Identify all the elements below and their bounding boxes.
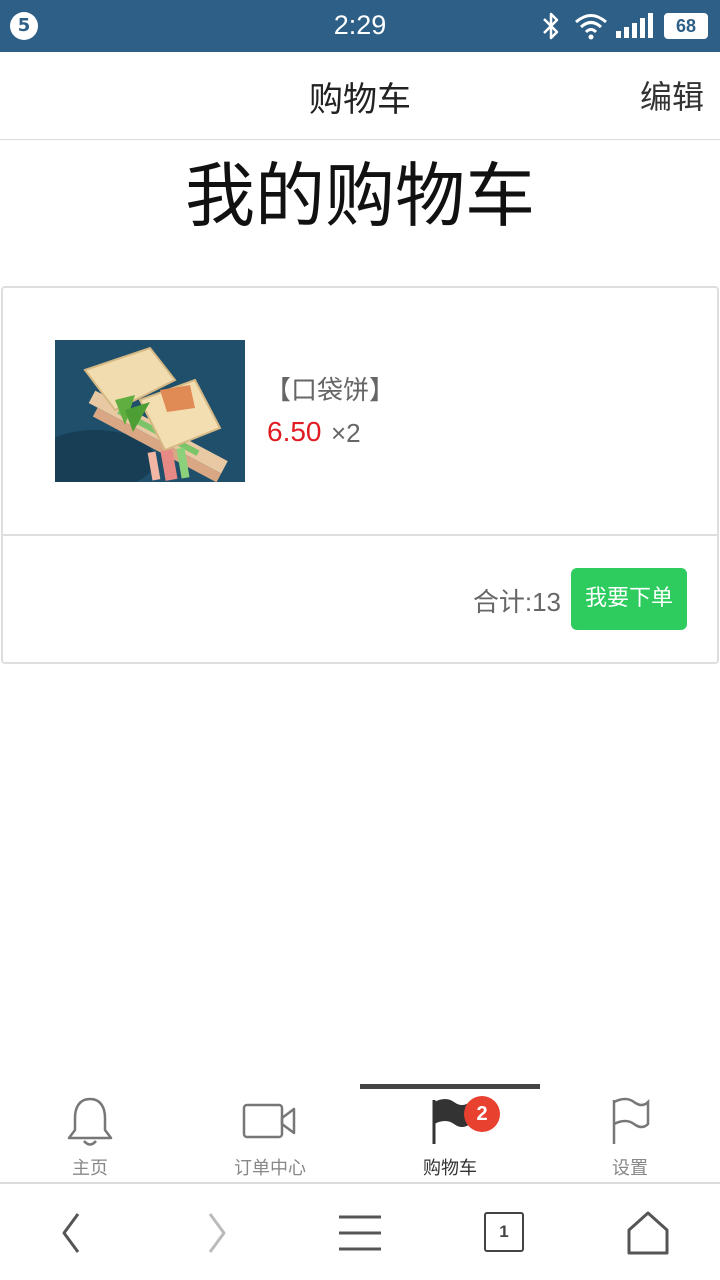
tab-label-orders: 订单中心 (234, 1158, 306, 1179)
tabs-button[interactable]: 1 (432, 1186, 576, 1280)
wifi-icon (575, 14, 607, 40)
page-title: 购物车 (309, 80, 411, 120)
product-name: 【口袋饼】 (265, 376, 396, 406)
video-camera-icon (242, 1103, 296, 1139)
tab-cart[interactable]: 2 购物车 (360, 1084, 540, 1184)
home-icon (627, 1211, 669, 1255)
flag-outline-icon (612, 1097, 650, 1144)
status-bar: 5 2:29 68 (0, 0, 720, 52)
tab-settings[interactable]: 设置 (540, 1084, 720, 1184)
bell-icon (67, 1097, 113, 1146)
cart-count-badge: 2 (464, 1096, 500, 1132)
tab-bar: 主页 订单中心 2 购物车 设置 (0, 1084, 720, 1184)
battery-icon: 68 (664, 13, 708, 39)
menu-icon (339, 1215, 381, 1251)
cart-total: 合计:13 (472, 587, 561, 617)
tab-orders[interactable]: 订单中心 (180, 1084, 360, 1184)
product-price: 6.50 (267, 416, 322, 447)
menu-button[interactable] (288, 1186, 432, 1280)
cart-footer: 合计:13 我要下单 (3, 538, 717, 662)
bluetooth-icon (543, 12, 559, 40)
place-order-button[interactable]: 我要下单 (571, 568, 687, 630)
tab-label-home: 主页 (72, 1158, 108, 1179)
tab-label-settings: 设置 (612, 1158, 648, 1179)
product-image[interactable] (55, 340, 245, 482)
product-quantity: ×2 (331, 418, 361, 448)
edit-button[interactable]: 编辑 (640, 72, 704, 118)
back-button[interactable] (0, 1186, 144, 1280)
cart-card: 【口袋饼】 6.50 ×2 合计:13 我要下单 (1, 286, 719, 664)
forward-button[interactable] (144, 1186, 288, 1280)
food-photo (55, 340, 245, 482)
chevron-left-icon (62, 1213, 80, 1253)
tab-label-cart: 购物车 (423, 1158, 477, 1179)
cart-heading: 我的购物车 (185, 155, 535, 237)
tab-count-icon: 1 (484, 1212, 524, 1252)
status-time: 2:29 (333, 10, 387, 40)
tab-home[interactable]: 主页 (0, 1084, 180, 1184)
signal-icon (616, 13, 653, 38)
cart-item[interactable]: 【口袋饼】 6.50 ×2 (3, 288, 717, 536)
home-button[interactable] (576, 1186, 720, 1280)
browser-nav-bar: 1 (0, 1186, 720, 1280)
chevron-right-icon (208, 1213, 226, 1253)
header: 购物车 编辑 (0, 52, 720, 140)
